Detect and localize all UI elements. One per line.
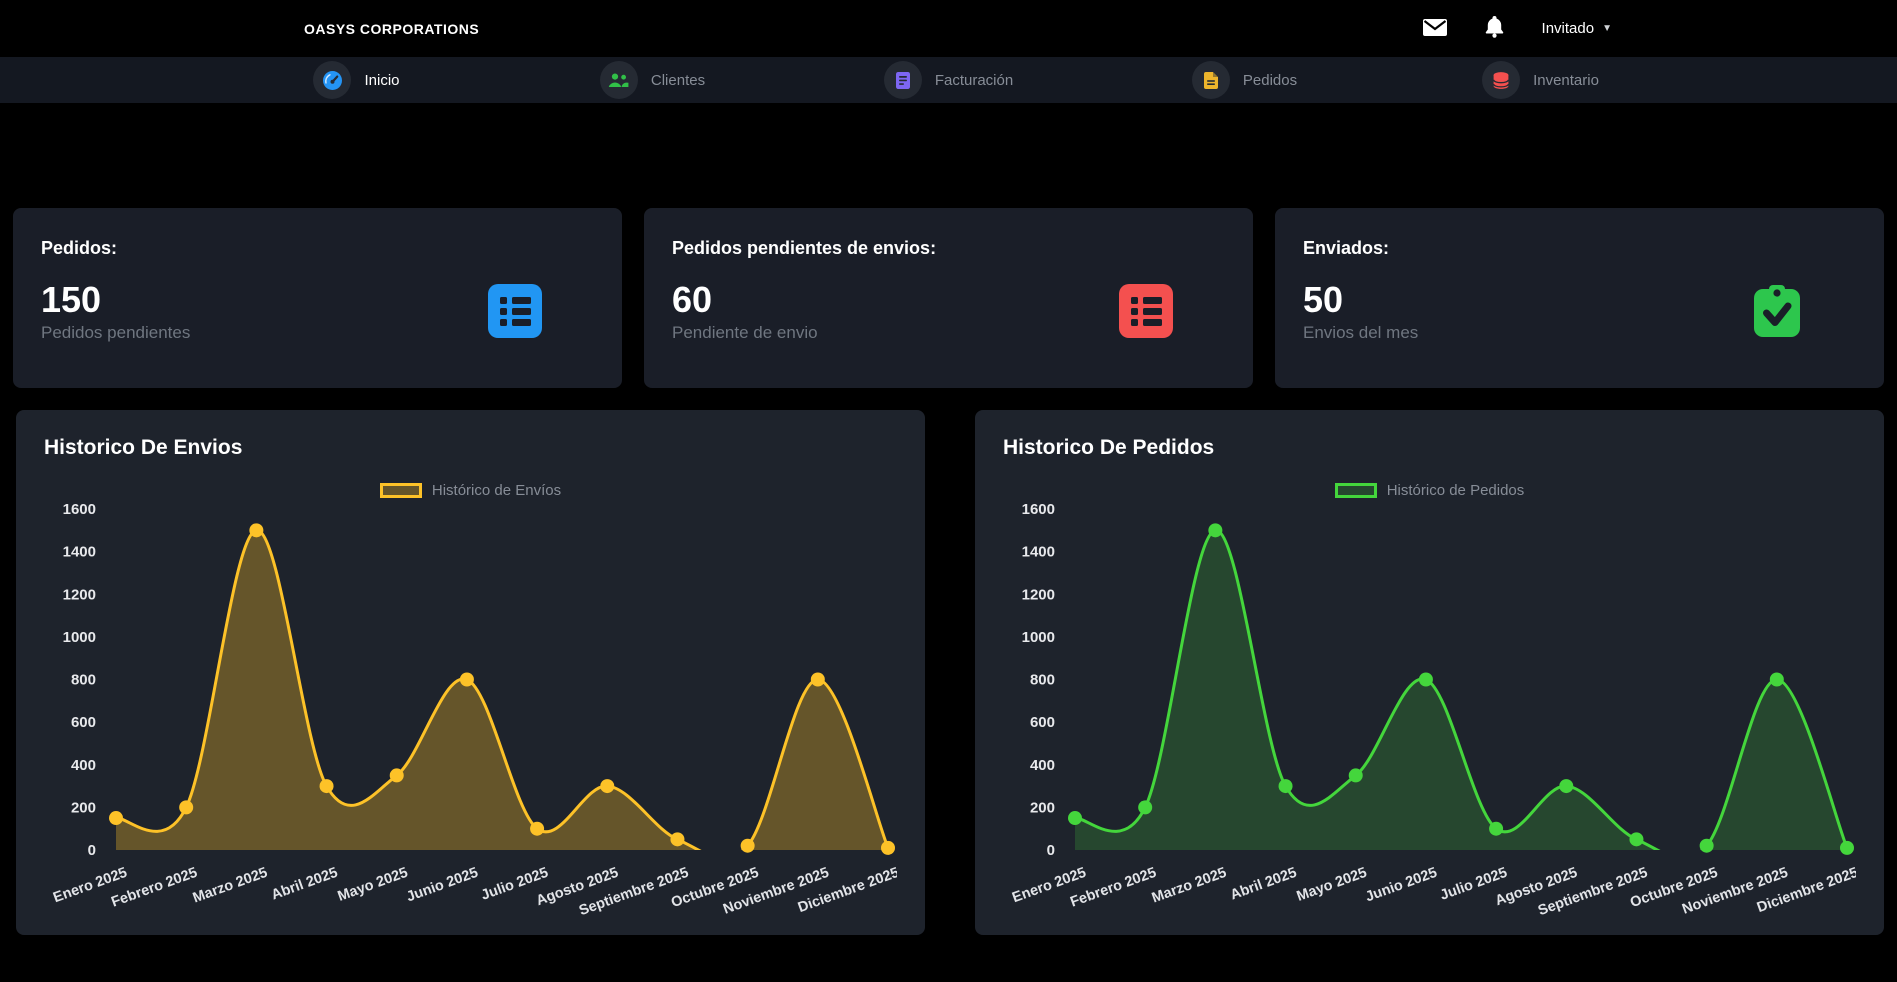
chart-card-envios: Historico De Envios Histórico de Envíos … — [16, 410, 925, 935]
notifications-button[interactable] — [1485, 16, 1504, 41]
bell-icon — [1485, 16, 1504, 41]
svg-text:200: 200 — [71, 799, 96, 816]
svg-text:Abril 2025: Abril 2025 — [1228, 865, 1299, 904]
charts-row: Historico De Envios Histórico de Envíos … — [16, 410, 1884, 935]
header-actions: Invitado ▼ — [1423, 16, 1612, 41]
invoice-icon — [884, 61, 922, 99]
mail-icon — [1423, 19, 1447, 39]
nav-inner: Inicio Clientes Facturación Pedidos Inve… — [209, 57, 1689, 103]
stat-card-pedidos: Pedidos: 150 Pedidos pendientes — [13, 208, 622, 388]
svg-text:200: 200 — [1030, 799, 1055, 816]
chart-card-pedidos: Historico De Pedidos Histórico de Pedido… — [975, 410, 1884, 935]
stats-row: Pedidos: 150 Pedidos pendientes Pedidos … — [13, 208, 1884, 388]
dashboard: Pedidos: 150 Pedidos pendientes Pedidos … — [0, 208, 1897, 935]
svg-text:Mayo 2025: Mayo 2025 — [336, 865, 410, 905]
legend-label: Histórico de Pedidos — [1387, 482, 1525, 499]
legend-swatch — [380, 483, 422, 498]
stat-card-pendientes-envio: Pedidos pendientes de envios: 60 Pendien… — [644, 208, 1253, 388]
svg-text:Mayo 2025: Mayo 2025 — [1295, 865, 1369, 905]
stat-title: Enviados: — [1303, 238, 1856, 258]
brand-logo[interactable]: OASYS CORPORATIONS — [304, 21, 479, 37]
database-icon — [1482, 61, 1520, 99]
nav-item-label: Pedidos — [1243, 72, 1297, 89]
pedidos-chart: 02004006008001000120014001600Enero 2025F… — [1003, 503, 1856, 923]
svg-text:1200: 1200 — [1022, 586, 1055, 603]
legend-pedidos[interactable]: Histórico de Pedidos — [1003, 482, 1856, 499]
file-icon — [1192, 61, 1230, 99]
nav-item-facturacion[interactable]: Facturación — [801, 57, 1097, 103]
nav-item-inventario[interactable]: Inventario — [1393, 57, 1689, 103]
svg-text:600: 600 — [1030, 714, 1055, 731]
svg-text:800: 800 — [71, 672, 96, 689]
svg-text:1600: 1600 — [63, 503, 96, 518]
svg-text:Marzo 2025: Marzo 2025 — [191, 865, 270, 907]
svg-text:800: 800 — [1030, 672, 1055, 689]
chart-title: Historico De Envios — [44, 436, 897, 460]
users-icon — [600, 61, 638, 99]
nav-item-inicio[interactable]: Inicio — [209, 57, 505, 103]
nav-item-pedidos[interactable]: Pedidos — [1097, 57, 1393, 103]
svg-text:400: 400 — [1030, 757, 1055, 774]
nav-item-label: Inventario — [1533, 72, 1599, 89]
svg-text:1400: 1400 — [63, 544, 96, 561]
main-nav: Inicio Clientes Facturación Pedidos Inve… — [0, 57, 1897, 103]
nav-item-clientes[interactable]: Clientes — [505, 57, 801, 103]
mail-button[interactable] — [1423, 19, 1447, 39]
clipboard-check-icon — [1750, 284, 1804, 338]
svg-text:0: 0 — [88, 842, 96, 859]
svg-text:0: 0 — [1047, 842, 1055, 859]
user-menu-label: Invitado — [1542, 20, 1595, 37]
nav-item-label: Facturación — [935, 72, 1013, 89]
svg-text:600: 600 — [71, 714, 96, 731]
svg-text:Marzo 2025: Marzo 2025 — [1150, 865, 1229, 907]
chart-title: Historico De Pedidos — [1003, 436, 1856, 460]
legend-label: Histórico de Envíos — [432, 482, 561, 499]
caret-down-icon: ▼ — [1602, 23, 1612, 34]
legend-envios[interactable]: Histórico de Envíos — [44, 482, 897, 499]
svg-text:Junio 2025: Junio 2025 — [404, 865, 480, 906]
stat-title: Pedidos: — [41, 238, 594, 258]
svg-text:1600: 1600 — [1022, 503, 1055, 518]
svg-text:1000: 1000 — [1022, 629, 1055, 646]
app-header: OASYS CORPORATIONS Invitado ▼ — [0, 0, 1897, 57]
svg-text:1000: 1000 — [63, 629, 96, 646]
stat-card-enviados: Enviados: 50 Envios del mes — [1275, 208, 1884, 388]
list-icon — [488, 284, 542, 338]
svg-text:1200: 1200 — [63, 586, 96, 603]
list-icon — [1119, 284, 1173, 338]
gauge-icon — [313, 61, 351, 99]
svg-text:400: 400 — [71, 757, 96, 774]
envios-chart: 02004006008001000120014001600Enero 2025F… — [44, 503, 897, 923]
svg-text:Abril 2025: Abril 2025 — [269, 865, 340, 904]
legend-swatch — [1335, 483, 1377, 498]
stat-title: Pedidos pendientes de envios: — [672, 238, 1225, 258]
svg-text:1400: 1400 — [1022, 544, 1055, 561]
svg-text:Junio 2025: Junio 2025 — [1363, 865, 1439, 906]
user-menu[interactable]: Invitado ▼ — [1542, 20, 1612, 37]
nav-item-label: Inicio — [364, 72, 399, 89]
nav-item-label: Clientes — [651, 72, 705, 89]
